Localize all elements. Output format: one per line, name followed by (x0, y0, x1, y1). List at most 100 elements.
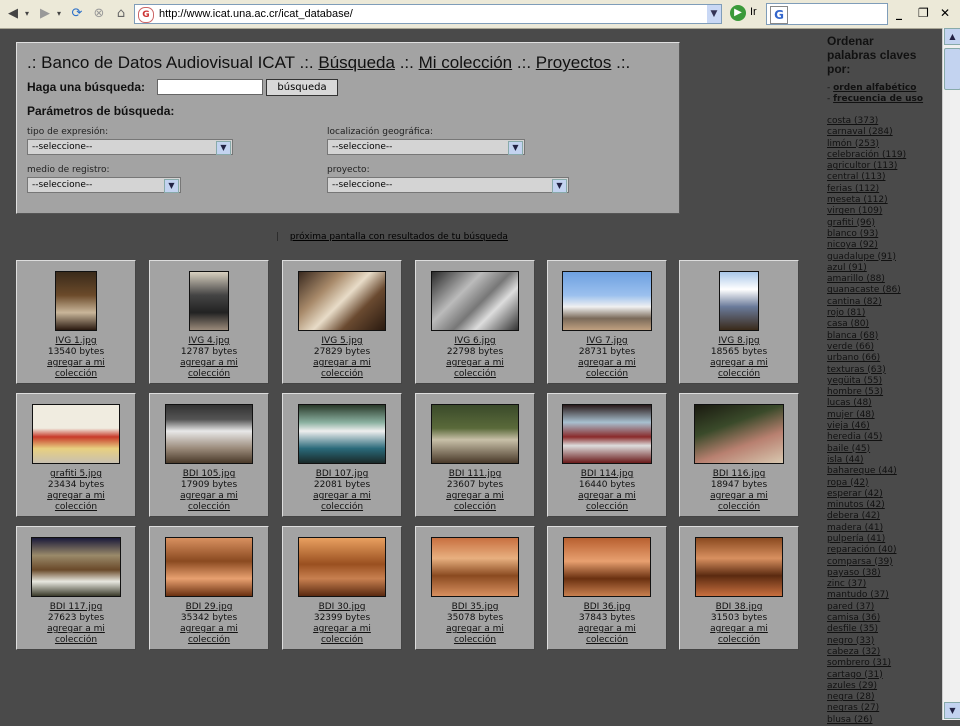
add-to-collection-link[interactable]: colección (150, 369, 268, 380)
keyword-link[interactable]: carnaval (284) (827, 127, 937, 138)
go-icon[interactable]: ▶ (730, 5, 746, 21)
result-thumbnail[interactable] (562, 404, 652, 464)
result-filename-link[interactable]: IVG 5.jpg (283, 336, 401, 347)
keyword-link[interactable]: baile (45) (827, 444, 937, 455)
scroll-up-icon[interactable]: ▲ (944, 28, 960, 45)
keyword-link[interactable]: blusa (26) (827, 715, 937, 726)
keyword-link[interactable]: comparsa (39) (827, 557, 937, 568)
query-input[interactable] (157, 79, 263, 95)
add-to-collection-link[interactable]: agregar a mi (150, 358, 268, 369)
result-filename-link[interactable]: BDI 105.jpg (150, 469, 268, 480)
back-dropdown-icon[interactable]: ▾ (22, 5, 32, 23)
result-filename-link[interactable]: BDI 114.jpg (548, 469, 666, 480)
stop-icon[interactable]: ⊗ (90, 5, 108, 23)
add-to-collection-link[interactable]: agregar a mi (416, 491, 534, 502)
close-button[interactable]: ✕ (940, 6, 950, 20)
add-to-collection-link[interactable]: agregar a mi (283, 358, 401, 369)
add-to-collection-link[interactable]: agregar a mi (150, 491, 268, 502)
result-thumbnail[interactable] (431, 271, 519, 331)
result-card[interactable]: IVG 6.jpg 22798 bytes agregar a mi colecció… (415, 260, 535, 384)
result-card[interactable]: BDI 35.jpg 35078 bytes agregar a mi colecci… (415, 526, 535, 650)
keyword-link[interactable]: camisa (36) (827, 613, 937, 624)
keyword-link[interactable]: pulpería (41) (827, 534, 937, 545)
add-to-collection-link[interactable]: colección (283, 502, 401, 513)
result-filename-link[interactable]: BDI 36.jpg (548, 602, 666, 613)
result-card[interactable]: BDI 111.jpg 23607 bytes agregar a mi colecc… (415, 393, 535, 517)
keyword-link[interactable]: isla (44) (827, 455, 937, 466)
result-filename-link[interactable]: BDI 111.jpg (416, 469, 534, 480)
result-card[interactable]: IVG 7.jpg 28731 bytes agregar a mi colecció… (547, 260, 667, 384)
result-card[interactable]: BDI 38.jpg 31503 bytes agregar a mi colecci… (679, 526, 799, 650)
browser-search-box[interactable]: G (766, 3, 888, 25)
keyword-link[interactable]: ropa (42) (827, 478, 937, 489)
add-to-collection-link[interactable]: colección (283, 369, 401, 380)
keyword-link[interactable]: azules (29) (827, 681, 937, 692)
keyword-link[interactable]: amarillo (88) (827, 274, 937, 285)
keyword-link[interactable]: cartago (31) (827, 670, 937, 681)
result-thumbnail[interactable] (298, 537, 386, 597)
add-to-collection-link[interactable]: agregar a mi (416, 358, 534, 369)
keyword-link[interactable]: nicoya (92) (827, 240, 937, 251)
add-to-collection-link[interactable]: agregar a mi (548, 624, 666, 635)
keyword-link[interactable]: yegüita (55) (827, 376, 937, 387)
result-thumbnail[interactable] (431, 537, 519, 597)
result-thumbnail[interactable] (695, 537, 783, 597)
scroll-down-icon[interactable]: ▼ (944, 702, 960, 719)
keyword-link[interactable]: payaso (38) (827, 568, 937, 579)
result-thumbnail[interactable] (719, 271, 759, 331)
google-icon[interactable]: G (770, 6, 788, 24)
next-page-link[interactable]: próxima pantalla con resultados de tu bú… (290, 232, 508, 242)
keyword-link[interactable]: madera (41) (827, 523, 937, 534)
keyword-link[interactable]: reparación (40) (827, 545, 937, 556)
result-filename-link[interactable]: BDI 107.jpg (283, 469, 401, 480)
result-card[interactable]: BDI 117.jpg 27623 bytes agregar a mi colecc… (16, 526, 136, 650)
forward-arrow-icon[interactable]: ▶ (36, 5, 54, 23)
go-label[interactable]: Ir (750, 6, 757, 18)
result-thumbnail[interactable] (563, 537, 651, 597)
add-to-collection-link[interactable]: agregar a mi (548, 358, 666, 369)
keyword-link[interactable]: texturas (63) (827, 365, 937, 376)
add-to-collection-link[interactable]: agregar a mi (680, 491, 798, 502)
result-filename-link[interactable]: IVG 1.jpg (17, 336, 135, 347)
keyword-link[interactable]: esperar (42) (827, 489, 937, 500)
keyword-link[interactable]: zinc (37) (827, 579, 937, 590)
result-card[interactable]: IVG 4.jpg 12787 bytes agregar a mi colecció… (149, 260, 269, 384)
add-to-collection-link[interactable]: colección (150, 635, 268, 646)
result-filename-link[interactable]: IVG 4.jpg (150, 336, 268, 347)
chevron-down-icon[interactable]: ▼ (508, 141, 523, 155)
localizacion-select[interactable]: --seleccione-- ▼ (327, 139, 525, 155)
add-to-collection-link[interactable]: colección (283, 635, 401, 646)
result-card[interactable]: IVG 8.jpg 18565 bytes agregar a mi colecció… (679, 260, 799, 384)
add-to-collection-link[interactable]: colección (17, 502, 135, 513)
keyword-link[interactable]: bahareque (44) (827, 466, 937, 477)
keyword-link[interactable]: hombre (53) (827, 387, 937, 398)
add-to-collection-link[interactable]: agregar a mi (17, 624, 135, 635)
keyword-link[interactable]: central (113) (827, 172, 937, 183)
keyword-link[interactable]: mujer (48) (827, 410, 937, 421)
keyword-link[interactable]: vieja (46) (827, 421, 937, 432)
result-card[interactable]: BDI 107.jpg 22081 bytes agregar a mi colecc… (282, 393, 402, 517)
result-filename-link[interactable]: grafiti 5.jpg (17, 469, 135, 480)
result-thumbnail[interactable] (165, 404, 253, 464)
sort-freq-link[interactable]: frecuencia de uso (833, 94, 923, 104)
result-card[interactable]: BDI 30.jpg 32399 bytes agregar a mi colecci… (282, 526, 402, 650)
result-card[interactable]: BDI 105.jpg 17909 bytes agregar a mi colecc… (149, 393, 269, 517)
keyword-link[interactable]: guadalupe (91) (827, 252, 937, 263)
keyword-link[interactable]: blanco (93) (827, 229, 937, 240)
result-filename-link[interactable]: BDI 30.jpg (283, 602, 401, 613)
keyword-link[interactable]: blanca (68) (827, 331, 937, 342)
result-thumbnail[interactable] (298, 404, 386, 464)
keyword-link[interactable]: grafiti (96) (827, 218, 937, 229)
keyword-link[interactable]: limón (253) (827, 139, 937, 150)
result-thumbnail[interactable] (189, 271, 229, 331)
keyword-link[interactable]: celebración (119) (827, 150, 937, 161)
keyword-link[interactable]: minutos (42) (827, 500, 937, 511)
address-url[interactable]: http://www.icat.una.ac.cr/icat_database/ (159, 5, 353, 23)
result-card[interactable]: grafiti 5.jpg 23434 bytes agregar a mi cole… (16, 393, 136, 517)
add-to-collection-link[interactable]: agregar a mi (17, 358, 135, 369)
keyword-link[interactable]: urbano (66) (827, 353, 937, 364)
add-to-collection-link[interactable]: colección (548, 502, 666, 513)
keyword-link[interactable]: cantina (82) (827, 297, 937, 308)
add-to-collection-link[interactable]: agregar a mi (548, 491, 666, 502)
add-to-collection-link[interactable]: colección (17, 369, 135, 380)
